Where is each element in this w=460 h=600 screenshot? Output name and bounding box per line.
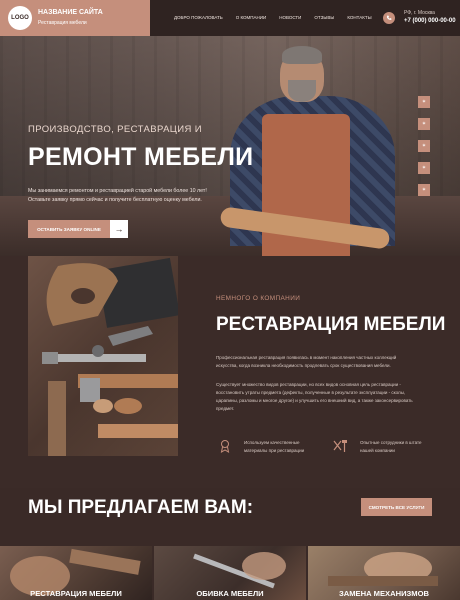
about-paragraph-1: Профессиональная реставрация появилась в… [216, 355, 397, 368]
hero-tagline: ПРОИЗВОДСТВО, РЕСТАВРАЦИЯ И [28, 124, 202, 135]
nav-item-about[interactable]: О компании [236, 15, 267, 20]
hero: ПРОИЗВОДСТВО, РЕСТАВРАЦИЯ И РЕМОНТ МЕБЕЛ… [0, 36, 460, 256]
craftsman-beard-image [288, 80, 316, 102]
craftsman-hair-image [282, 46, 322, 64]
about-title: РЕСТАВРАЦИЯ МЕБЕЛИ [216, 314, 446, 335]
telegram-icon[interactable]: ✶ [418, 184, 430, 196]
about-paragraph-2: Существует множество видов реставрации, … [216, 382, 413, 411]
about-eyebrow: НЕМНОГО О КОМПАНИИ [216, 295, 301, 302]
service-restoration[interactable]: РЕСТАВРАЦИЯ МЕБЕЛИ [0, 546, 152, 600]
request-online-label[interactable]: Оставить заявку online [28, 220, 110, 238]
feature-materials: Используем качественные материалы при ре… [244, 440, 305, 453]
brand-block[interactable]: LOGO НАЗВАНИЕ САЙТА Реставрация мебели [0, 0, 150, 36]
tools-image [28, 256, 178, 456]
logo[interactable]: LOGO [8, 6, 32, 30]
service-label: ОБИВКА МЕБЕЛИ [196, 589, 264, 598]
nav-item-reviews[interactable]: Отзывы [314, 15, 334, 20]
city: РФ, г. Москва [404, 10, 435, 16]
service-upholstery[interactable]: ОБИВКА МЕБЕЛИ [154, 546, 306, 600]
site-name: НАЗВАНИЕ САЙТА [38, 9, 103, 16]
site-subtitle: Реставрация мебели [38, 20, 87, 26]
award-icon [218, 439, 232, 453]
about-section: НЕМНОГО О КОМПАНИИ РЕСТАВРАЦИЯ МЕБЕЛИ Пр… [0, 256, 460, 488]
feature-staff: Опытные сотрудники в штате нашей компани… [360, 440, 422, 453]
request-online-button[interactable]: Оставить заявку online → [28, 220, 128, 238]
arrow-right-icon[interactable]: → [110, 220, 128, 238]
nav-item-welcome[interactable]: Добро пожаловать [174, 15, 223, 20]
vk-icon[interactable]: ✶ [418, 96, 430, 108]
offer-title: МЫ ПРЕДЛАГАЕМ ВАМ: [28, 497, 254, 518]
main-nav: Добро пожаловать О компании Новости Отзы… [174, 15, 385, 20]
twitter-icon[interactable]: ✶ [418, 118, 430, 130]
services-list: РЕСТАВРАЦИЯ МЕБЕЛИ ОБИВКА МЕБЕЛИ ЗАМЕНА … [0, 546, 460, 600]
service-mechanisms[interactable]: ЗАМЕНА МЕХАНИЗМОВ [308, 546, 460, 600]
service-label: РЕСТАВРАЦИЯ МЕБЕЛИ [30, 589, 122, 598]
service-label: ЗАМЕНА МЕХАНИЗМОВ [338, 589, 430, 598]
odnoklassniki-icon[interactable]: ✶ [418, 162, 430, 174]
social-links: ✶ ✶ ✶ ✶ ✶ [418, 96, 430, 206]
header: LOGO НАЗВАНИЕ САЙТА Реставрация мебели Д… [0, 0, 460, 36]
contact-block: РФ, г. Москва +7 (000) 000-00-00 [404, 10, 456, 24]
hero-title: РЕМОНТ МЕБЕЛИ [28, 143, 254, 171]
hero-text: Мы занимаемся ремонтом и реставрацией ст… [28, 188, 207, 203]
phone-number[interactable]: +7 (000) 000-00-00 [404, 18, 456, 24]
nav-item-contacts[interactable]: Контакты [347, 15, 371, 20]
nav-item-news[interactable]: Новости [279, 15, 301, 20]
facebook-icon[interactable]: ✶ [418, 140, 430, 152]
all-services-button[interactable]: Смотреть все услуги [361, 498, 432, 516]
phone-icon[interactable] [383, 12, 395, 24]
tools-icon [332, 439, 348, 453]
